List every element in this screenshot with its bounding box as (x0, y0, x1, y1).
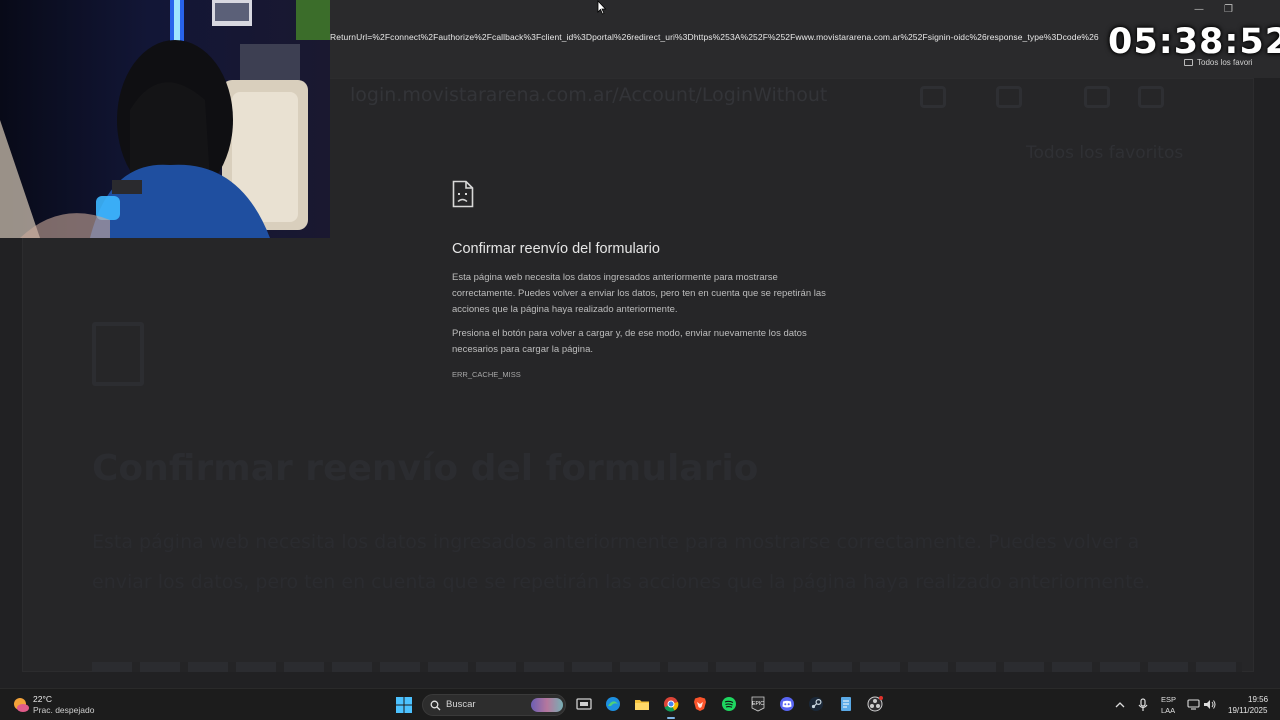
search-highlight-image (531, 698, 563, 712)
background-document-icon (92, 322, 144, 386)
search-placeholder: Buscar (446, 699, 476, 710)
discord-icon[interactable] (779, 696, 795, 712)
notepad-icon[interactable] (838, 696, 854, 712)
search-icon (430, 700, 441, 711)
minimize-icon[interactable]: — (1194, 4, 1204, 15)
volume-icon[interactable] (1203, 698, 1216, 711)
file-explorer-icon[interactable] (634, 696, 650, 712)
stream-timer: 05:38:52 (1108, 22, 1280, 62)
language-indicator[interactable]: ESP LAA (1160, 689, 1180, 720)
background-share-icon (996, 86, 1022, 108)
weather-widget[interactable]: 22°C Prac. despejado (12, 694, 122, 718)
steam-icon[interactable] (808, 696, 824, 712)
taskbar: 22°C Prac. despejado Buscar EPIC ESP LAA… (0, 688, 1280, 720)
network-icon[interactable] (1187, 698, 1200, 711)
weather-description: Prac. despejado (33, 705, 95, 715)
clock-time[interactable]: 19:56 (1248, 695, 1268, 704)
error-title: Confirmar reenvío del formulario (452, 241, 660, 257)
language-top: ESP (1161, 695, 1177, 704)
error-code: ERR_CACHE_MISS (452, 370, 521, 379)
weather-temperature: 22°C (33, 694, 52, 704)
background-title: Confirmar reenvío del formulario (92, 448, 759, 489)
background-profile-icon (1138, 86, 1164, 108)
webcam-feed (0, 0, 330, 238)
taskbar-search-box[interactable]: Buscar (422, 694, 566, 716)
epic-games-icon[interactable]: EPIC (750, 696, 766, 712)
svg-text:EPIC: EPIC (752, 701, 764, 707)
background-paragraph: Esta página web necesita los datos ingre… (92, 531, 1151, 593)
edge-icon[interactable] (605, 696, 621, 712)
error-instructions: Presiona el botón para volver a cargar y… (452, 328, 807, 355)
restore-icon[interactable]: ❐ (1224, 4, 1233, 15)
chrome-active-indicator (667, 717, 675, 719)
background-bottom-text (92, 662, 1242, 672)
windows-start-icon[interactable] (396, 697, 412, 713)
task-view-icon[interactable] (576, 696, 592, 712)
background-extension-icon (1084, 86, 1110, 108)
language-bottom: LAA (1161, 706, 1176, 715)
background-star-icon (920, 86, 946, 108)
brave-icon[interactable] (692, 696, 708, 712)
clock-date[interactable]: 19/11/2025 (1228, 706, 1267, 715)
screen: login.movistararena.com.ar/Account/Login… (0, 0, 1280, 720)
weather-icon (14, 698, 29, 712)
obs-icon[interactable] (867, 696, 883, 712)
background-address-bar: login.movistararena.com.ar/Account/Login… (350, 84, 828, 106)
url-text[interactable]: ReturnUrl=%2Fconnect%2Fauthorize%2Fcallb… (330, 32, 1130, 50)
error-description: Esta página web necesita los datos ingre… (452, 272, 826, 315)
sad-document-icon (452, 180, 474, 208)
spotify-icon[interactable] (721, 696, 737, 712)
chevron-up-icon[interactable] (1114, 699, 1126, 711)
microphone-icon[interactable] (1137, 698, 1149, 712)
webcam-image (0, 0, 330, 238)
chrome-icon[interactable] (663, 696, 679, 712)
mouse-cursor-icon (597, 0, 607, 15)
background-favorites: Todos los favoritos (1026, 143, 1184, 163)
